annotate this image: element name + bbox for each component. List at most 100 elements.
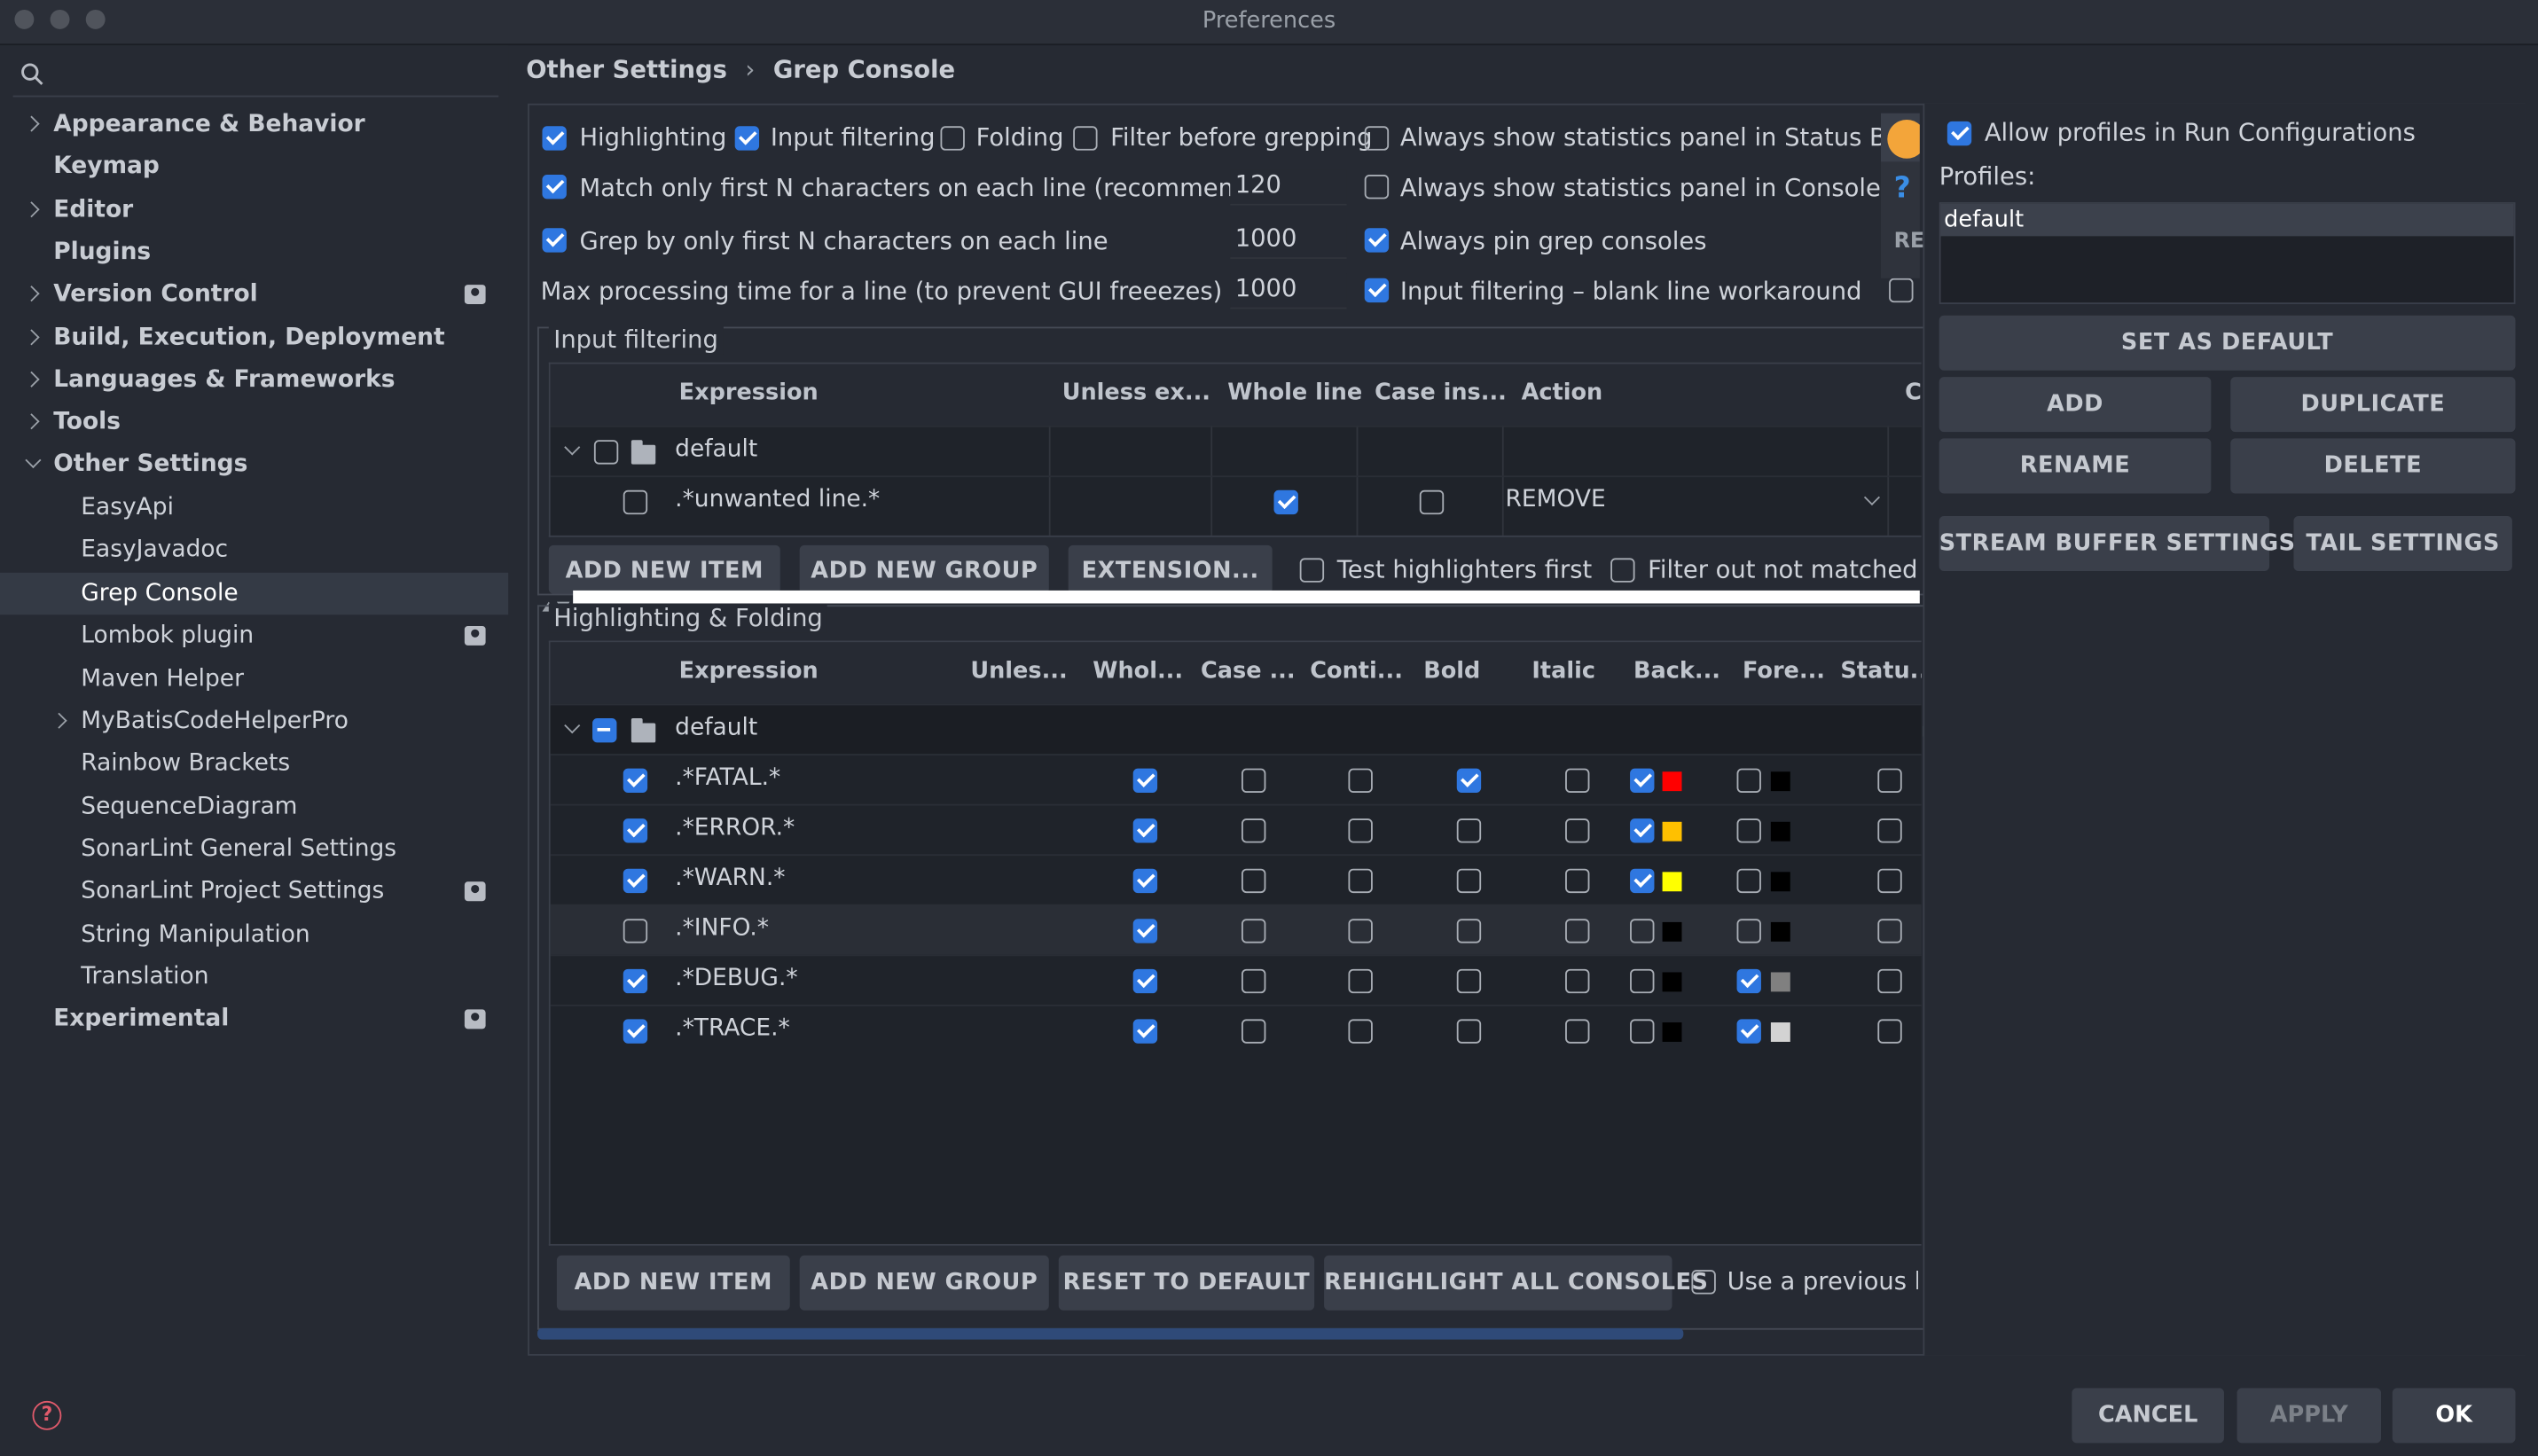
pin-consoles-checkbox[interactable] bbox=[1364, 228, 1390, 253]
row-expression[interactable]: .*DEBUG.* bbox=[675, 966, 797, 991]
row-enabled-checkbox[interactable] bbox=[623, 489, 648, 515]
sidebar-item-experimental[interactable]: Experimental bbox=[0, 998, 508, 1040]
filter-out-checkbox[interactable] bbox=[1610, 558, 1635, 583]
donate-icon[interactable] bbox=[1880, 113, 1920, 162]
input-add-new-group-button[interactable]: ADD NEW GROUP bbox=[799, 544, 1049, 594]
row-status-checkbox[interactable] bbox=[1877, 968, 1902, 994]
col-c[interactable]: C bbox=[1904, 380, 1922, 406]
row-enabled-checkbox[interactable] bbox=[623, 768, 648, 793]
row-action-select[interactable]: REMOVE bbox=[1506, 487, 1606, 513]
row-whole-line-checkbox[interactable] bbox=[1273, 489, 1298, 515]
sidebar-item-version-control[interactable]: Version Control bbox=[0, 273, 508, 315]
row-status-checkbox[interactable] bbox=[1877, 768, 1902, 793]
foreground-color-swatch[interactable] bbox=[1770, 921, 1790, 942]
sidebar-item-maven-helper[interactable]: Maven Helper bbox=[0, 659, 508, 701]
row-enabled-checkbox[interactable] bbox=[623, 919, 648, 943]
row-option-checkbox[interactable] bbox=[1456, 968, 1482, 994]
background-color-swatch[interactable] bbox=[1662, 821, 1682, 842]
row-option-checkbox[interactable] bbox=[1242, 868, 1266, 894]
sidebar-item-editor[interactable]: Editor bbox=[0, 189, 508, 231]
col-whole[interactable]: Whol... bbox=[1078, 659, 1198, 685]
extension-button[interactable]: EXTENSION... bbox=[1068, 544, 1273, 594]
cancel-button[interactable]: CANCEL bbox=[2072, 1388, 2224, 1444]
background-color-swatch[interactable] bbox=[1662, 972, 1682, 992]
max-time-input[interactable]: 1000 bbox=[1230, 273, 1347, 309]
set-as-default-button[interactable]: SET AS DEFAULT bbox=[1939, 315, 2516, 371]
row-option-checkbox[interactable] bbox=[1565, 818, 1590, 843]
row-foreground-checkbox[interactable] bbox=[1736, 1019, 1761, 1044]
col-italic[interactable]: Italic bbox=[1512, 659, 1616, 685]
row-background-checkbox[interactable] bbox=[1630, 768, 1655, 793]
sidebar-item-easyapi[interactable]: EasyApi bbox=[0, 487, 508, 528]
col-expression[interactable]: Expression bbox=[647, 380, 850, 406]
sidebar-item-sonarlint-project[interactable]: SonarLint Project Settings bbox=[0, 871, 508, 912]
match-first-n-checkbox[interactable] bbox=[542, 175, 567, 200]
sidebar-item-mybatis[interactable]: MyBatisCodeHelperPro bbox=[0, 701, 508, 742]
foreground-color-swatch[interactable] bbox=[1770, 1022, 1790, 1042]
background-color-swatch[interactable] bbox=[1662, 1022, 1682, 1042]
background-color-swatch[interactable] bbox=[1662, 921, 1682, 942]
grep-first-n-input[interactable]: 1000 bbox=[1230, 223, 1347, 259]
row-option-checkbox[interactable] bbox=[1242, 818, 1266, 843]
sidebar-item-keymap[interactable]: Keymap bbox=[0, 145, 508, 187]
col-action[interactable]: Action bbox=[1506, 380, 1619, 406]
row-case-checkbox[interactable] bbox=[1419, 489, 1445, 515]
sidebar-item-rainbow-brackets[interactable]: Rainbow Brackets bbox=[0, 742, 508, 784]
reset-to-default-button[interactable]: RESET TO DEFAULT bbox=[1058, 1255, 1315, 1311]
row-status-checkbox[interactable] bbox=[1877, 868, 1902, 894]
foreground-color-swatch[interactable] bbox=[1770, 821, 1790, 842]
settings-search-input[interactable] bbox=[12, 51, 499, 98]
splitter-handle[interactable] bbox=[573, 590, 1920, 604]
row-foreground-checkbox[interactable] bbox=[1736, 868, 1761, 894]
row-option-checkbox[interactable] bbox=[1242, 1019, 1266, 1044]
row-background-checkbox[interactable] bbox=[1630, 919, 1655, 943]
sidebar-item-build[interactable]: Build, Execution, Deployment bbox=[0, 317, 508, 359]
row-status-checkbox[interactable] bbox=[1877, 1019, 1902, 1044]
row-option-checkbox[interactable] bbox=[1132, 919, 1158, 943]
col-expression[interactable]: Expression bbox=[647, 659, 850, 685]
group-row[interactable]: default bbox=[550, 425, 1922, 476]
col-background[interactable]: Back... bbox=[1618, 659, 1735, 685]
row-option-checkbox[interactable] bbox=[1242, 768, 1266, 793]
row-foreground-checkbox[interactable] bbox=[1736, 818, 1761, 843]
row-foreground-checkbox[interactable] bbox=[1736, 968, 1761, 994]
table-row[interactable]: .*TRACE.* bbox=[550, 1004, 1922, 1055]
chevron-down-icon[interactable] bbox=[1863, 489, 1880, 506]
input-add-new-item-button[interactable]: ADD NEW ITEM bbox=[548, 544, 780, 594]
row-expression[interactable]: .*INFO.* bbox=[675, 916, 769, 942]
extra-option-checkbox[interactable] bbox=[1889, 278, 1914, 303]
row-expression[interactable]: .*WARN.* bbox=[675, 865, 785, 891]
col-bold[interactable]: Bold bbox=[1405, 659, 1499, 685]
row-option-checkbox[interactable] bbox=[1348, 768, 1373, 793]
add-profile-button[interactable]: ADD bbox=[1939, 377, 2212, 433]
table-row[interactable]: .*INFO.* bbox=[550, 904, 1922, 955]
ok-button[interactable]: OK bbox=[2392, 1388, 2516, 1444]
row-option-checkbox[interactable] bbox=[1456, 1019, 1482, 1044]
stream-buffer-settings-button[interactable]: STREAM BUFFER SETTINGS bbox=[1939, 515, 2295, 572]
add-new-group-button[interactable]: ADD NEW GROUP bbox=[799, 1255, 1049, 1311]
allow-profiles-checkbox[interactable] bbox=[1947, 121, 1972, 146]
row-option-checkbox[interactable] bbox=[1456, 818, 1482, 843]
sidebar-item-other-settings[interactable]: Other Settings bbox=[0, 443, 508, 485]
input-filtering-checkbox[interactable] bbox=[734, 126, 760, 151]
help-icon[interactable]: ? bbox=[32, 1400, 62, 1430]
chevron-down-icon[interactable] bbox=[564, 439, 581, 456]
row-expression[interactable]: .*ERROR.* bbox=[675, 815, 795, 841]
horizontal-scrollbar[interactable] bbox=[537, 1327, 1684, 1340]
use-previous-checkbox[interactable] bbox=[1691, 1270, 1716, 1295]
foreground-color-swatch[interactable] bbox=[1770, 771, 1790, 792]
highlighting-checkbox[interactable] bbox=[542, 126, 567, 151]
col-status[interactable]: Statu... bbox=[1832, 659, 1921, 685]
col-case-insensitive[interactable]: Case ins... bbox=[1359, 380, 1522, 406]
sidebar-item-string-manipulation[interactable]: String Manipulation bbox=[0, 914, 508, 956]
row-option-checkbox[interactable] bbox=[1565, 919, 1590, 943]
stats-status-bar-checkbox[interactable] bbox=[1364, 126, 1390, 151]
row-option-checkbox[interactable] bbox=[1565, 868, 1590, 894]
sidebar-item-languages[interactable]: Languages & Frameworks bbox=[0, 359, 508, 401]
group-row[interactable]: default bbox=[550, 703, 1922, 755]
col-case[interactable]: Case ... bbox=[1188, 659, 1308, 685]
test-highlighters-first-checkbox[interactable] bbox=[1299, 558, 1325, 583]
row-option-checkbox[interactable] bbox=[1456, 919, 1482, 943]
help-question-icon[interactable]: ? bbox=[1894, 171, 1911, 205]
row-option-checkbox[interactable] bbox=[1348, 868, 1373, 894]
